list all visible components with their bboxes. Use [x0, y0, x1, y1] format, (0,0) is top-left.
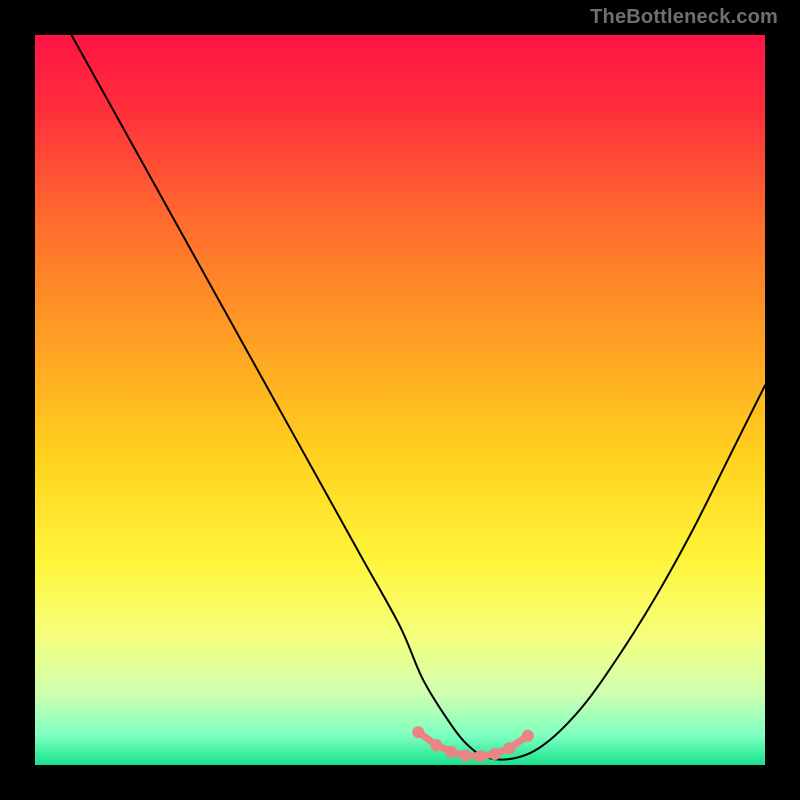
watermark-text: TheBottleneck.com	[590, 6, 778, 29]
chart-frame: TheBottleneck.com	[0, 0, 800, 800]
bottleneck-curve	[35, 35, 765, 765]
plot-area	[35, 35, 765, 765]
